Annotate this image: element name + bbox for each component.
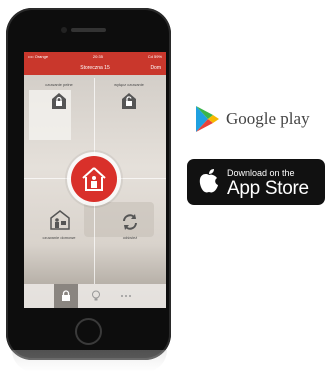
app-store-badge[interactable]: Download on the App Store xyxy=(187,159,325,205)
home-person-icon xyxy=(82,167,106,191)
phone-reflection xyxy=(12,350,167,372)
more-icon xyxy=(121,295,131,297)
tab-bar xyxy=(24,284,166,308)
nav-title: Storeczna 15 xyxy=(80,65,110,71)
google-play-text: Google play xyxy=(226,109,310,128)
speaker xyxy=(71,28,106,32)
alarm-status-button[interactable] xyxy=(71,156,117,202)
phone-frame: •••• Orange 20:35 Cd 59% Storeczna 15 Do… xyxy=(6,8,171,360)
arm-home-label: czuwanie domowe xyxy=(42,235,76,240)
disarm-label: wyłącz czuwanie xyxy=(114,82,144,87)
tab-more[interactable] xyxy=(114,284,138,308)
done-button[interactable]: Dom xyxy=(150,65,161,71)
home-person-lock-icon xyxy=(50,210,70,230)
tab-bulb[interactable] xyxy=(84,284,108,308)
carrier-text: •••• Orange xyxy=(28,54,49,59)
home-unlock-icon xyxy=(122,93,136,109)
app-store-big-text: App Store xyxy=(227,178,309,199)
apple-icon xyxy=(199,169,218,193)
status-bar: •••• Orange 20:35 Cd 59% xyxy=(24,52,166,61)
arm-full-label: czuwanie pełne xyxy=(45,82,73,87)
lock-icon xyxy=(62,290,70,301)
home-lock-icon xyxy=(52,93,66,109)
camera xyxy=(61,27,67,33)
tab-lock[interactable] xyxy=(54,284,78,308)
app-store-small-text: Download on the xyxy=(227,168,295,178)
refresh-label: odśwież xyxy=(122,235,138,240)
app-screen: •••• Orange 20:35 Cd 59% Storeczna 15 Do… xyxy=(24,52,166,308)
home-button[interactable] xyxy=(75,318,102,345)
google-play-icon xyxy=(196,106,219,132)
refresh-icon xyxy=(123,214,137,230)
nav-bar: Storeczna 15 Dom xyxy=(24,61,166,75)
bulb-icon xyxy=(92,290,100,301)
time-text: 20:35 xyxy=(92,54,103,59)
google-play-badge[interactable]: Google play xyxy=(194,102,328,136)
battery-text: Cd 59% xyxy=(147,54,162,59)
